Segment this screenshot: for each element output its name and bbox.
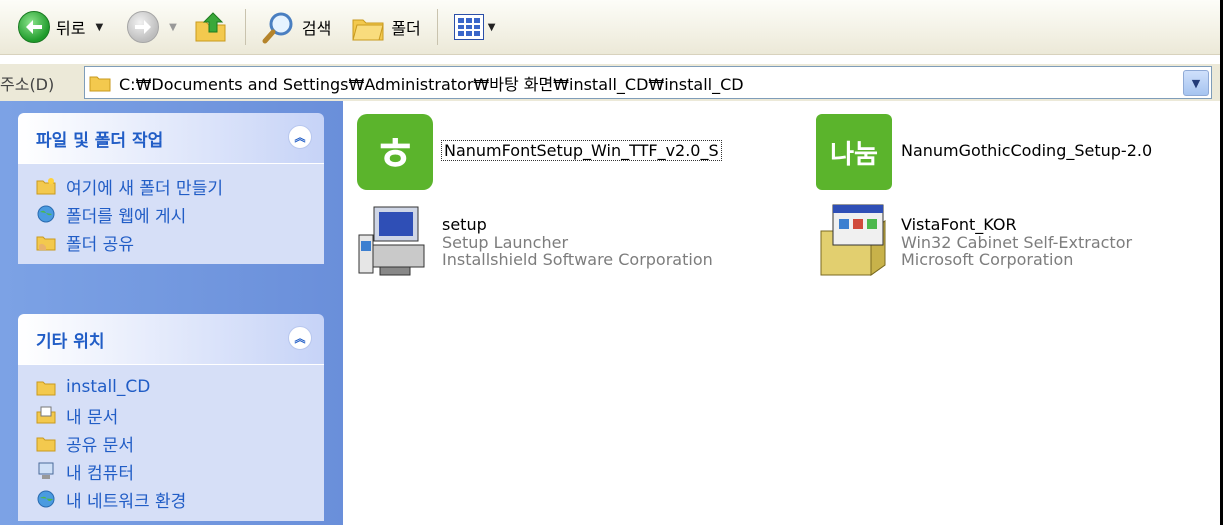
file-name[interactable]: setup bbox=[442, 215, 713, 234]
my-computer-icon bbox=[38, 462, 54, 479]
place-label: 공유 문서 bbox=[66, 435, 134, 456]
task-share-folder[interactable]: 폴더 공유 bbox=[36, 228, 324, 256]
network-icon bbox=[37, 490, 55, 508]
file-name[interactable]: NanumFontSetup_Win_TTF_v2.0_S bbox=[441, 140, 722, 161]
file-list-area[interactable]: ㅎ NanumFontSetup_Win_TTF_v2.0_S 나눔 Nanum… bbox=[343, 101, 1220, 525]
collapse-button[interactable]: ︽ bbox=[288, 125, 312, 149]
my-documents-icon bbox=[36, 406, 56, 424]
panel-header[interactable]: 파일 및 폴더 작업 ︽ bbox=[18, 113, 324, 163]
file-name[interactable]: VistaFont_KOR bbox=[901, 215, 1132, 234]
address-field[interactable]: C:₩Documents and Settings₩Administrator₩… bbox=[84, 66, 1212, 99]
task-new-folder[interactable]: 여기에 새 폴더 만들기 bbox=[36, 172, 324, 200]
task-publish-web[interactable]: 폴더를 웹에 게시 bbox=[36, 200, 324, 228]
address-dropdown-button[interactable]: ▼ bbox=[1183, 70, 1209, 96]
file-item[interactable]: setup Setup Launcher Installshield Softw… bbox=[356, 201, 713, 279]
toolbar-separator bbox=[244, 9, 246, 45]
place-label: install_CD bbox=[66, 377, 151, 397]
place-network[interactable]: 내 네트워크 환경 bbox=[36, 485, 324, 513]
panel-title: 파일 및 폴더 작업 bbox=[36, 130, 164, 151]
folder-icon bbox=[89, 76, 111, 91]
panel-body: 여기에 새 폴더 만들기 폴더를 웹에 게시 폴더 공유 bbox=[18, 163, 324, 264]
file-item[interactable]: ㅎ NanumFontSetup_Win_TTF_v2.0_S bbox=[356, 113, 722, 191]
address-bar: 주소(D) C:₩Documents and Settings₩Administ… bbox=[0, 64, 1220, 101]
folder-icon bbox=[36, 437, 56, 452]
place-shared-documents[interactable]: 공유 문서 bbox=[36, 429, 324, 457]
place-label: 내 네트워크 환경 bbox=[66, 491, 187, 512]
place-label: 내 컴퓨터 bbox=[66, 463, 134, 484]
place-my-computer[interactable]: 내 컴퓨터 bbox=[36, 457, 324, 485]
panel-header[interactable]: 기타 위치 ︽ bbox=[18, 314, 324, 364]
forward-dropdown-icon[interactable]: ▼ bbox=[169, 22, 177, 33]
task-label: 폴더를 웹에 게시 bbox=[66, 206, 187, 227]
explorer-window: 뒤로 ▼ ▼ 검색 폴더 ▼ 주소(D) C:₩Documents and Se… bbox=[0, 0, 1223, 525]
folder-icon bbox=[36, 381, 56, 396]
share-folder-icon bbox=[36, 236, 56, 251]
file-company: Installshield Software Corporation bbox=[442, 250, 713, 269]
collapse-button[interactable]: ︽ bbox=[288, 326, 312, 350]
back-arrow-icon bbox=[18, 11, 50, 43]
back-dropdown-icon[interactable]: ▼ bbox=[95, 22, 103, 33]
panel-body: install_CD 내 문서 공유 문서 내 컴퓨터 내 네트워크 환경 bbox=[18, 364, 324, 521]
chevron-down-icon: ▼ bbox=[1191, 76, 1201, 90]
toolbar: 뒤로 ▼ ▼ 검색 폴더 ▼ bbox=[0, 0, 1220, 55]
folders-button[interactable]: 폴더 bbox=[345, 5, 426, 49]
folders-icon bbox=[352, 19, 384, 41]
place-my-documents[interactable]: 내 문서 bbox=[36, 401, 324, 429]
task-label: 폴더 공유 bbox=[66, 234, 134, 255]
views-button[interactable]: ▼ bbox=[448, 5, 502, 49]
task-label: 여기에 새 폴더 만들기 bbox=[66, 178, 223, 199]
file-type: Win32 Cabinet Self-Extractor bbox=[901, 233, 1133, 252]
chevron-up-icon: ︽ bbox=[294, 131, 306, 144]
place-label: 내 문서 bbox=[66, 407, 119, 428]
back-button[interactable]: 뒤로 ▼ bbox=[12, 5, 109, 49]
nanum-gothic-coding-icon: 나눔 bbox=[816, 114, 892, 190]
file-company: Microsoft Corporation bbox=[901, 250, 1074, 269]
address-path: C:₩Documents and Settings₩Administrator₩… bbox=[119, 74, 744, 94]
setup-launcher-icon bbox=[358, 206, 425, 276]
task-pane: 파일 및 폴더 작업 ︽ 여기에 새 폴더 만들기 폴더를 웹에 게시 폴더 공… bbox=[0, 101, 343, 525]
other-places-panel: 기타 위치 ︽ install_CD 내 문서 공유 문서 내 컴퓨터 내 네트… bbox=[18, 314, 324, 521]
file-item[interactable]: VistaFont_KOR Win32 Cabinet Self-Extract… bbox=[815, 201, 1132, 279]
cabinet-extractor-icon bbox=[820, 204, 886, 276]
file-item[interactable]: 나눔 NanumGothicCoding_Setup-2.0 bbox=[815, 113, 1152, 191]
file-folder-tasks-panel: 파일 및 폴더 작업 ︽ 여기에 새 폴더 만들기 폴더를 웹에 게시 폴더 공… bbox=[18, 113, 324, 264]
address-label: 주소(D) bbox=[0, 74, 55, 94]
toolbar-separator bbox=[436, 9, 438, 45]
chevron-up-icon: ︽ bbox=[294, 332, 306, 345]
place-install-cd[interactable]: install_CD bbox=[36, 373, 324, 401]
file-type: Setup Launcher bbox=[442, 233, 569, 252]
icon-glyph: 나눔 bbox=[830, 140, 878, 170]
views-icon bbox=[453, 14, 484, 40]
search-label: 검색 bbox=[301, 19, 332, 38]
icon-glyph: ㅎ bbox=[374, 127, 416, 181]
up-folder-button[interactable] bbox=[187, 5, 235, 49]
file-name[interactable]: NanumGothicCoding_Setup-2.0 bbox=[901, 141, 1152, 160]
forward-button[interactable]: ▼ bbox=[121, 5, 183, 49]
nanum-font-setup-icon: ㅎ bbox=[357, 114, 433, 190]
folders-label: 폴더 bbox=[391, 19, 421, 38]
new-folder-icon bbox=[36, 178, 56, 195]
up-folder-icon bbox=[195, 12, 226, 42]
search-icon bbox=[262, 12, 293, 44]
forward-arrow-icon bbox=[127, 11, 160, 43]
panel-title: 기타 위치 bbox=[36, 331, 105, 352]
search-button[interactable]: 검색 bbox=[256, 5, 337, 49]
back-label: 뒤로 bbox=[56, 19, 86, 38]
views-dropdown-icon[interactable]: ▼ bbox=[488, 22, 496, 33]
publish-web-icon bbox=[37, 205, 55, 223]
